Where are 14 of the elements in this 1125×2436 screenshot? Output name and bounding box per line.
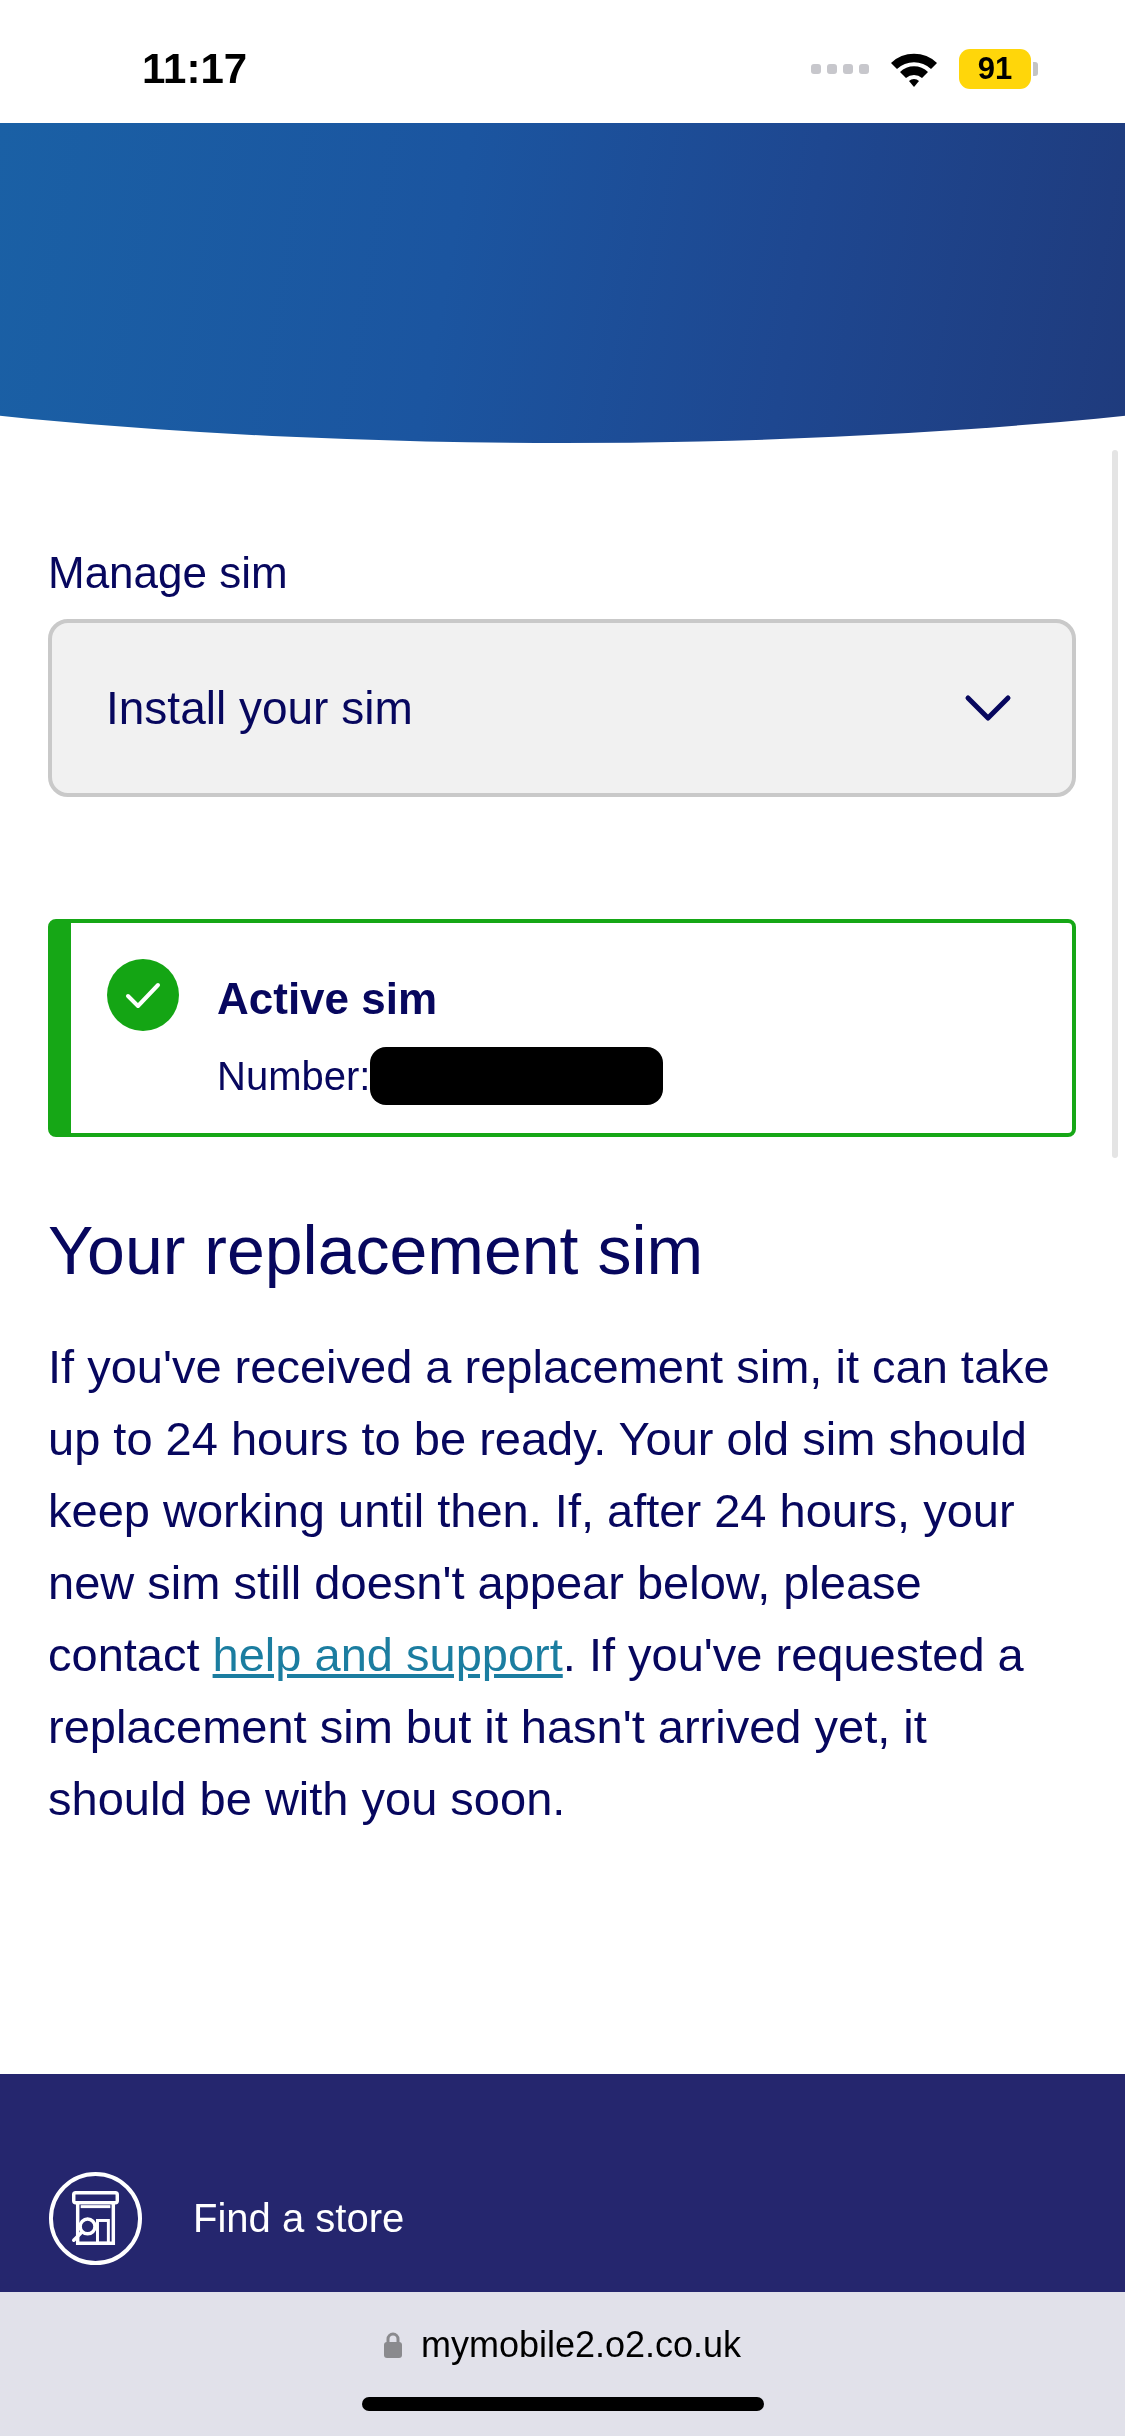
footer-link[interactable]: Find a store — [48, 2171, 405, 2266]
store-icon — [48, 2171, 143, 2266]
help-link[interactable]: help and support — [212, 1628, 563, 1681]
info-paragraph: If you've received a replacement sim, it can take up to 24 hours to be ready. Your old sim should keep working until then. If, after 24 hours, your new sim still doesn't appear below, please contact help and support. If you've requested a replacement sim but it hasn't arrived yet, it should be with you soon. — [48, 1339, 1051, 1827]
section-heading: Your replacement sim — [48, 1211, 705, 1290]
clock-time: 11:17 — [142, 43, 248, 94]
field-label: Manage sim — [48, 547, 289, 599]
signal-icon — [811, 62, 869, 75]
number-label: Number: — [217, 1053, 371, 1099]
sim-action-dropdown[interactable]: Install your sim — [48, 619, 1076, 797]
address-field[interactable]: mymobile2.o2.co.uk — [383, 2323, 742, 2367]
sim-status-title: Active sim — [217, 973, 439, 1025]
chevron-down-icon — [964, 694, 1012, 722]
check-circle-icon — [107, 959, 179, 1031]
